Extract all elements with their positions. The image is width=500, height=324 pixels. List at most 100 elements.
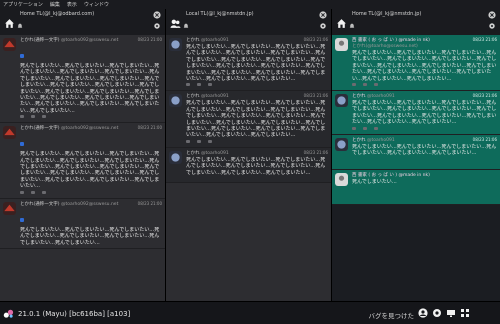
menu-window[interactable]: ウィンドウ <box>84 1 109 8</box>
post-body: 死んでしまいたい…死んでしまいたい…死んでしまいたい…死んでしまいたい…死んでし… <box>20 151 160 190</box>
avatar[interactable] <box>169 150 182 164</box>
post-actions <box>186 139 328 145</box>
post-body: 死んでしまいたい…死んでしまいたい…死んでしまいたい…死んでしまいたい…死んでし… <box>352 143 497 157</box>
avatar[interactable] <box>3 38 16 51</box>
avatar[interactable] <box>335 94 348 108</box>
post-actions <box>20 190 162 196</box>
reply-icon[interactable] <box>186 83 190 87</box>
app-logo-icon[interactable] <box>3 308 14 319</box>
boost-icon[interactable] <box>31 115 35 119</box>
boost-icon[interactable] <box>363 126 367 130</box>
status-post[interactable]: とかれ @toarho091 08/23 21:06 死んでしまいたい…死んでし… <box>166 91 331 148</box>
column-home-nmstdn: Home TL(@l_kj@nmstdn.jp) 西 書家 ( お っ ば い … <box>332 9 500 301</box>
post-body: 死んでしまいたい…死んでしまいたい…死んでしまいたい…死んでしまいたい…死んでし… <box>20 226 160 246</box>
reply-icon[interactable] <box>186 139 190 143</box>
post-author[interactable]: 西 書家 ( お っ ば い ) @made in nk) <box>352 172 497 178</box>
boost-icon[interactable] <box>363 83 367 87</box>
status-post[interactable]: 西 書家 ( お っ ば い ) @made in nk) 死んでしまいたい… <box>332 169 500 205</box>
post-time: 08/23 21:00 <box>137 37 162 42</box>
avatar[interactable] <box>335 137 348 151</box>
status-post[interactable]: とかれ @toarho091 08/23 21:06 死んでしまいたい…死んでし… <box>332 91 500 135</box>
favourite-icon[interactable] <box>42 190 46 194</box>
post-time: 08/23 21:06 <box>472 136 497 142</box>
settings-gear-icon[interactable] <box>432 308 442 318</box>
column-home-odbard: Home TL(@l_kj@odbard.com) とかれ(通称一文字) @to… <box>0 9 166 301</box>
close-icon[interactable] <box>319 11 327 19</box>
account-icon[interactable] <box>418 308 428 318</box>
post-body: 死んでしまいたい…死んでしまいたい…死んでしまいたい…死んでしまいたい…死んでし… <box>352 100 497 126</box>
columns: Home TL(@l_kj@odbard.com) とかれ(通称一文字) @to… <box>0 9 500 301</box>
favourite-icon[interactable] <box>208 83 212 87</box>
reply-icon[interactable] <box>352 83 356 87</box>
avatar[interactable] <box>169 38 182 51</box>
column-title: Home TL(@l_kj@odbard.com) <box>20 11 95 17</box>
gear-icon[interactable] <box>319 22 327 30</box>
boost-icon[interactable] <box>31 190 35 194</box>
menu-edit[interactable]: 編集 <box>50 1 60 8</box>
column-header: Home TL(@l_kj@odbard.com) <box>0 9 165 35</box>
post-time: 08/23 21:06 <box>472 37 497 42</box>
version-label: 21.0.1 (Mayu) [bc616ba] [a103] <box>18 310 131 318</box>
post-time: 08/23 21:06 <box>472 93 497 99</box>
avatar[interactable] <box>169 94 182 108</box>
column-title: Home TL(@l_kj@nmstdn.jp) <box>352 11 422 17</box>
post-time: 08/23 21:06 <box>303 149 328 155</box>
status-post[interactable]: 西 書家 ( お っ ば い ) @made in nk) 08/23 21:0… <box>332 35 500 92</box>
status-post[interactable]: とかれ @toarho091 08/23 21:06 死んでしまいたい…死んでし… <box>332 134 500 170</box>
bell-icon[interactable] <box>17 23 23 29</box>
timeline: 西 書家 ( お っ ば い ) @made in nk) 08/23 21:0… <box>332 35 500 205</box>
reply-icon[interactable] <box>352 126 356 130</box>
avatar[interactable] <box>3 126 16 140</box>
timeline: とかれ(通称一文字) @toarho092@sswesu.net 08/23 2… <box>0 35 165 249</box>
report-bug-button[interactable]: バグを見つけた <box>369 310 415 320</box>
post-body: 死んでしまいたい…死んでしまいたい…死んでしまいたい…死んでしまいたい…死んでし… <box>186 156 326 176</box>
favourite-icon[interactable] <box>208 139 212 143</box>
post-time: 08/23 21:00 <box>137 200 162 206</box>
post-time: 08/23 21:00 <box>137 125 162 131</box>
boost-icon[interactable] <box>197 83 201 87</box>
close-icon[interactable] <box>488 11 496 19</box>
status-post[interactable]: とかれ(通称一文字) @toarho092@sswesu.net 08/23 2… <box>0 35 165 124</box>
favourite-icon[interactable] <box>374 83 378 87</box>
bell-icon[interactable] <box>349 23 355 29</box>
post-body: 死んでしまいたい…死んでしまいたい…死んでしまいたい…死んでしまいたい…死んでし… <box>186 100 326 139</box>
menubar: アプリケーション 編集 表示 ウィンドウ <box>0 0 500 9</box>
menu-view[interactable]: 表示 <box>67 1 77 8</box>
status-footer: 21.0.1 (Mayu) [bc616ba] [a103] バグを見つけた <box>0 301 500 324</box>
column-title: Local TL(@l_kj@nmstdn.jp) <box>186 11 254 17</box>
post-time: 08/23 21:06 <box>303 37 328 42</box>
home-icon <box>5 19 14 28</box>
post-time: 08/23 21:06 <box>303 93 328 99</box>
post-actions <box>352 83 497 88</box>
avatar[interactable] <box>335 172 348 186</box>
reply-icon[interactable] <box>20 190 24 194</box>
status-post[interactable]: とかれ @toarho091 08/23 21:06 死んでしまいたい…死んでし… <box>166 35 331 92</box>
instance-badge <box>20 54 24 58</box>
gear-icon[interactable] <box>153 22 161 30</box>
post-author-acct: とかれ(@toarho@sswesu.net) <box>352 44 418 49</box>
boost-icon[interactable] <box>197 139 201 143</box>
grid-icon[interactable] <box>460 308 470 318</box>
status-post[interactable]: とかれ(通称一文字) @toarho092@sswesu.net 08/23 2… <box>0 123 165 199</box>
avatar[interactable] <box>3 201 16 215</box>
gear-icon[interactable] <box>488 22 496 30</box>
bell-icon[interactable] <box>183 23 189 29</box>
favourite-icon[interactable] <box>374 126 378 130</box>
column-header: Local TL(@l_kj@nmstdn.jp) <box>166 9 331 35</box>
menu-application[interactable]: アプリケーション <box>3 1 43 8</box>
avatar[interactable] <box>335 38 348 51</box>
instance-badge <box>20 142 24 147</box>
home-icon <box>337 19 346 28</box>
post-actions <box>352 126 497 132</box>
monitor-icon[interactable] <box>446 308 456 318</box>
post-body: 死んでしまいたい…死んでしまいたい…死んでしまいたい…死んでしまいたい…死んでし… <box>186 44 326 83</box>
column-local-nmstdn: Local TL(@l_kj@nmstdn.jp) とかれ @toarho091… <box>166 9 332 301</box>
timeline: とかれ @toarho091 08/23 21:06 死んでしまいたい…死んでし… <box>166 35 331 183</box>
reply-icon[interactable] <box>20 115 24 119</box>
status-post[interactable]: とかれ @toarho091 08/23 21:06 死んでしまいたい…死んでし… <box>166 147 331 183</box>
post-body: 死んでしまいたい…死んでしまいたい…死んでしまいたい…死んでしまいたい…死んでし… <box>20 63 160 114</box>
favourite-icon[interactable] <box>42 115 46 119</box>
status-post[interactable]: とかれ(通称一文字) @toarho092@sswesu.net 08/23 2… <box>0 199 165 249</box>
column-header: Home TL(@l_kj@nmstdn.jp) <box>332 9 500 35</box>
close-icon[interactable] <box>153 11 161 19</box>
